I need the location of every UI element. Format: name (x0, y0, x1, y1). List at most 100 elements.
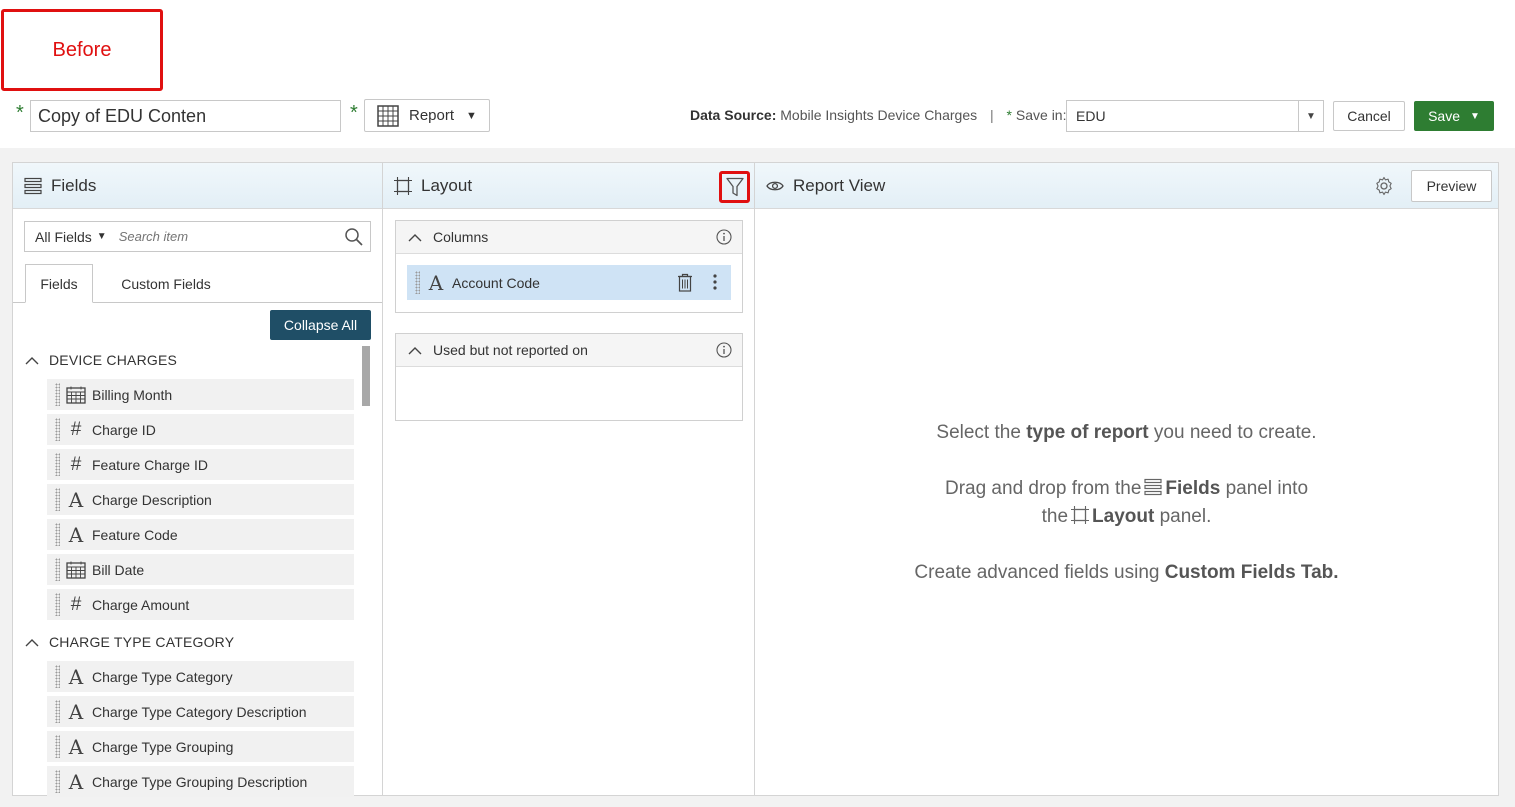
save-label: Save (1428, 108, 1460, 124)
instruction-text: Drag and drop from the (944, 478, 1142, 499)
field-label: Charge Description (92, 491, 212, 508)
chevron-up-icon[interactable] (25, 638, 39, 647)
field-item[interactable]: Billing Month (47, 379, 354, 410)
number-icon: # (70, 454, 82, 475)
drag-handle-icon[interactable] (55, 735, 60, 758)
report-name-input[interactable] (30, 100, 341, 132)
fields-panel-header: Fields (13, 163, 382, 209)
fields-panel-title: Fields (51, 175, 97, 195)
search-icon[interactable] (344, 227, 364, 250)
data-source-info: Data Source: Mobile Insights Device Char… (690, 107, 1066, 123)
cancel-button[interactable]: Cancel (1333, 101, 1405, 131)
instruction-bold: type of report (1026, 422, 1149, 443)
columns-section-header[interactable]: Columns (396, 221, 742, 254)
more-options-icon[interactable] (713, 274, 717, 293)
tab-custom-fields[interactable]: Custom Fields (108, 264, 224, 303)
group-device-charges[interactable]: DEVICE CHARGES (25, 352, 177, 368)
number-icon: # (70, 419, 82, 440)
instruction-bold: Fields (1165, 478, 1221, 499)
grid-icon (377, 104, 399, 127)
preview-button[interactable]: Preview (1411, 170, 1492, 202)
save-in-select[interactable]: EDU ▼ (1066, 100, 1324, 132)
required-star: * (350, 102, 358, 124)
field-item[interactable]: A Feature Code (47, 519, 354, 550)
field-item[interactable]: A Charge Type Grouping Description (47, 766, 354, 797)
separator: | (990, 107, 994, 123)
data-source-label: Data Source: (690, 107, 777, 123)
chevron-up-icon[interactable] (408, 346, 422, 355)
text-icon: A (68, 664, 84, 689)
instruction-bold: Layout (1092, 506, 1155, 527)
column-item-account-code[interactable]: A Account Code (407, 265, 731, 300)
filter-button[interactable] (719, 171, 750, 203)
field-item[interactable]: # Charge ID (47, 414, 354, 445)
chevron-up-icon[interactable] (25, 356, 39, 365)
text-icon: A (68, 522, 84, 547)
all-fields-dropdown[interactable]: All Fields ▼ (25, 229, 107, 245)
field-item[interactable]: # Feature Charge ID (47, 449, 354, 480)
unused-title: Used but not reported on (433, 342, 588, 358)
field-search-bar: All Fields ▼ (24, 221, 371, 252)
column-label: Account Code (452, 274, 540, 291)
gear-icon[interactable] (1374, 176, 1394, 201)
calendar-icon (66, 386, 86, 404)
report-view-header: Report View Preview (755, 163, 1498, 209)
columns-title: Columns (433, 229, 489, 245)
field-label: Charge ID (92, 421, 156, 438)
drag-handle-icon[interactable] (55, 770, 60, 793)
instruction-text: panel. (1154, 506, 1212, 527)
text-icon: A (68, 487, 84, 512)
collapse-all-button[interactable]: Collapse All (270, 310, 371, 340)
field-item[interactable]: A Charge Type Category (47, 661, 354, 692)
columns-section: Columns A Account Code (395, 220, 743, 313)
field-label: Charge Type Grouping Description (92, 773, 308, 790)
tab-fields[interactable]: Fields (25, 264, 93, 303)
info-icon[interactable] (716, 229, 732, 248)
instruction-line-4: Create advanced fields using Custom Fiel… (755, 559, 1498, 587)
all-fields-label: All Fields (35, 228, 92, 245)
scrollbar-thumb[interactable] (362, 346, 370, 406)
caret-down-icon[interactable]: ▼ (1298, 101, 1323, 131)
text-icon: A (68, 769, 84, 794)
search-input[interactable] (118, 229, 339, 244)
report-type-label: Report (409, 107, 455, 124)
group-title: CHARGE TYPE CATEGORY (49, 634, 235, 650)
field-label: Billing Month (92, 386, 173, 403)
instruction-text: you need to create. (1148, 422, 1317, 443)
instruction-text: Select the (936, 422, 1027, 443)
instruction-text: Create advanced fields using (914, 562, 1165, 583)
drag-handle-icon[interactable] (55, 383, 60, 406)
workspace: Fields All Fields ▼ Fields Custom Fields… (0, 148, 1515, 807)
drag-handle-icon[interactable] (55, 488, 60, 511)
drag-handle-icon[interactable] (55, 418, 60, 441)
report-toolbar: * * Report ▼ Data Source: Mobile Insight… (0, 96, 1515, 144)
report-type-dropdown[interactable]: Report ▼ (364, 99, 490, 132)
instruction-bold: Custom Fields Tab. (1164, 562, 1339, 583)
field-item[interactable]: # Charge Amount (47, 589, 354, 620)
chevron-up-icon[interactable] (408, 233, 422, 242)
unused-section-header[interactable]: Used but not reported on (396, 334, 742, 367)
drag-handle-icon[interactable] (55, 593, 60, 616)
drag-handle-icon[interactable] (55, 700, 60, 723)
calendar-icon (66, 561, 86, 579)
field-label: Charge Type Grouping (92, 738, 234, 755)
field-label: Charge Type Category (92, 668, 233, 685)
field-item[interactable]: A Charge Type Grouping (47, 731, 354, 762)
field-item[interactable]: A Charge Type Category Description (47, 696, 354, 727)
field-label: Charge Type Category Description (92, 703, 307, 720)
drag-handle-icon[interactable] (55, 665, 60, 688)
info-icon[interactable] (716, 342, 732, 361)
field-item[interactable]: Bill Date (47, 554, 354, 585)
field-item[interactable]: A Charge Description (47, 484, 354, 515)
group-charge-type-category[interactable]: CHARGE TYPE CATEGORY (25, 634, 234, 650)
drag-handle-icon[interactable] (55, 558, 60, 581)
trash-icon[interactable] (677, 273, 693, 295)
drag-handle-icon[interactable] (55, 523, 60, 546)
save-button[interactable]: Save ▼ (1414, 101, 1494, 131)
drag-handle-icon[interactable] (415, 271, 420, 294)
unused-section: Used but not reported on (395, 333, 743, 421)
report-view-title: Report View (793, 175, 886, 195)
caret-down-icon[interactable]: ▼ (1470, 111, 1480, 122)
drag-handle-icon[interactable] (55, 453, 60, 476)
layout-panel-header: Layout (383, 163, 754, 209)
